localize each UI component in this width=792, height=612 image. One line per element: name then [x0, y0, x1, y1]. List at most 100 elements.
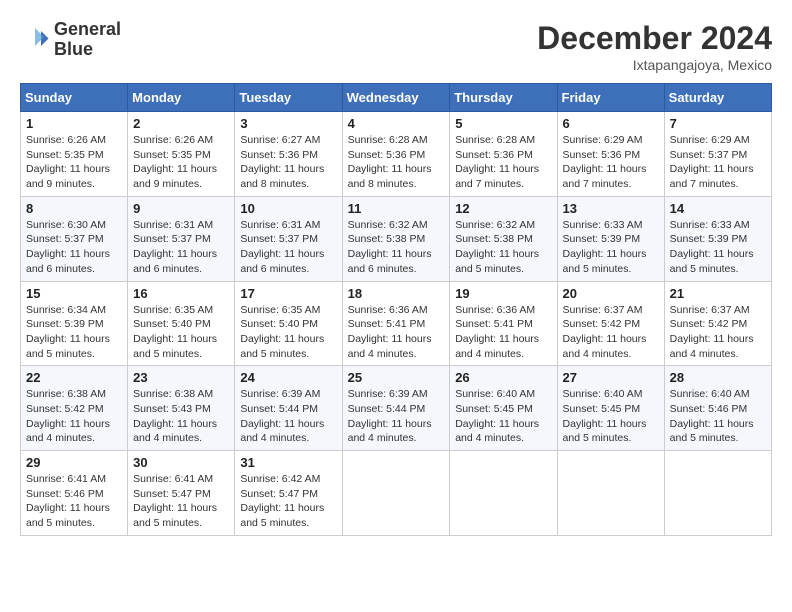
day-number: 19: [455, 286, 551, 301]
day-number: 3: [240, 116, 336, 131]
day-number: 1: [26, 116, 122, 131]
table-row: 16 Sunrise: 6:35 AMSunset: 5:40 PMDaylig…: [128, 281, 235, 366]
table-row: 18 Sunrise: 6:36 AMSunset: 5:41 PMDaylig…: [342, 281, 450, 366]
day-number: 26: [455, 370, 551, 385]
table-row: 9 Sunrise: 6:31 AMSunset: 5:37 PMDayligh…: [128, 196, 235, 281]
empty-cell: [664, 451, 771, 536]
day-number: 11: [348, 201, 445, 216]
calendar-week-row: 22 Sunrise: 6:38 AMSunset: 5:42 PMDaylig…: [21, 366, 772, 451]
calendar-week-row: 15 Sunrise: 6:34 AMSunset: 5:39 PMDaylig…: [21, 281, 772, 366]
cell-info: Sunrise: 6:40 AMSunset: 5:46 PMDaylight:…: [670, 387, 766, 446]
cell-info: Sunrise: 6:31 AMSunset: 5:37 PMDaylight:…: [133, 218, 229, 277]
day-number: 28: [670, 370, 766, 385]
day-number: 24: [240, 370, 336, 385]
day-number: 6: [563, 116, 659, 131]
day-number: 30: [133, 455, 229, 470]
day-number: 16: [133, 286, 229, 301]
empty-cell: [342, 451, 450, 536]
empty-cell: [450, 451, 557, 536]
cell-info: Sunrise: 6:34 AMSunset: 5:39 PMDaylight:…: [26, 303, 122, 362]
day-number: 9: [133, 201, 229, 216]
day-number: 27: [563, 370, 659, 385]
col-sunday: Sunday: [21, 84, 128, 112]
col-thursday: Thursday: [450, 84, 557, 112]
table-row: 24 Sunrise: 6:39 AMSunset: 5:44 PMDaylig…: [235, 366, 342, 451]
table-row: 14 Sunrise: 6:33 AMSunset: 5:39 PMDaylig…: [664, 196, 771, 281]
calendar-week-row: 1 Sunrise: 6:26 AMSunset: 5:35 PMDayligh…: [21, 112, 772, 197]
table-row: 15 Sunrise: 6:34 AMSunset: 5:39 PMDaylig…: [21, 281, 128, 366]
cell-info: Sunrise: 6:35 AMSunset: 5:40 PMDaylight:…: [240, 303, 336, 362]
cell-info: Sunrise: 6:28 AMSunset: 5:36 PMDaylight:…: [348, 133, 445, 192]
table-row: 7 Sunrise: 6:29 AMSunset: 5:37 PMDayligh…: [664, 112, 771, 197]
day-number: 14: [670, 201, 766, 216]
table-row: 5 Sunrise: 6:28 AMSunset: 5:36 PMDayligh…: [450, 112, 557, 197]
empty-cell: [557, 451, 664, 536]
day-number: 20: [563, 286, 659, 301]
day-number: 18: [348, 286, 445, 301]
table-row: 8 Sunrise: 6:30 AMSunset: 5:37 PMDayligh…: [21, 196, 128, 281]
cell-info: Sunrise: 6:41 AMSunset: 5:47 PMDaylight:…: [133, 472, 229, 531]
col-tuesday: Tuesday: [235, 84, 342, 112]
day-number: 4: [348, 116, 445, 131]
cell-info: Sunrise: 6:35 AMSunset: 5:40 PMDaylight:…: [133, 303, 229, 362]
day-number: 7: [670, 116, 766, 131]
calendar: Sunday Monday Tuesday Wednesday Thursday…: [20, 83, 772, 536]
cell-info: Sunrise: 6:39 AMSunset: 5:44 PMDaylight:…: [240, 387, 336, 446]
col-wednesday: Wednesday: [342, 84, 450, 112]
table-row: 30 Sunrise: 6:41 AMSunset: 5:47 PMDaylig…: [128, 451, 235, 536]
cell-info: Sunrise: 6:40 AMSunset: 5:45 PMDaylight:…: [563, 387, 659, 446]
day-number: 31: [240, 455, 336, 470]
day-number: 13: [563, 201, 659, 216]
cell-info: Sunrise: 6:37 AMSunset: 5:42 PMDaylight:…: [670, 303, 766, 362]
cell-info: Sunrise: 6:26 AMSunset: 5:35 PMDaylight:…: [26, 133, 122, 192]
day-number: 5: [455, 116, 551, 131]
day-number: 10: [240, 201, 336, 216]
cell-info: Sunrise: 6:29 AMSunset: 5:37 PMDaylight:…: [670, 133, 766, 192]
calendar-header-row: Sunday Monday Tuesday Wednesday Thursday…: [21, 84, 772, 112]
cell-info: Sunrise: 6:30 AMSunset: 5:37 PMDaylight:…: [26, 218, 122, 277]
cell-info: Sunrise: 6:36 AMSunset: 5:41 PMDaylight:…: [348, 303, 445, 362]
day-number: 23: [133, 370, 229, 385]
cell-info: Sunrise: 6:38 AMSunset: 5:42 PMDaylight:…: [26, 387, 122, 446]
logo: General Blue: [20, 20, 121, 60]
cell-info: Sunrise: 6:37 AMSunset: 5:42 PMDaylight:…: [563, 303, 659, 362]
cell-info: Sunrise: 6:38 AMSunset: 5:43 PMDaylight:…: [133, 387, 229, 446]
table-row: 6 Sunrise: 6:29 AMSunset: 5:36 PMDayligh…: [557, 112, 664, 197]
cell-info: Sunrise: 6:27 AMSunset: 5:36 PMDaylight:…: [240, 133, 336, 192]
cell-info: Sunrise: 6:39 AMSunset: 5:44 PMDaylight:…: [348, 387, 445, 446]
table-row: 20 Sunrise: 6:37 AMSunset: 5:42 PMDaylig…: [557, 281, 664, 366]
table-row: 27 Sunrise: 6:40 AMSunset: 5:45 PMDaylig…: [557, 366, 664, 451]
table-row: 11 Sunrise: 6:32 AMSunset: 5:38 PMDaylig…: [342, 196, 450, 281]
cell-info: Sunrise: 6:42 AMSunset: 5:47 PMDaylight:…: [240, 472, 336, 531]
cell-info: Sunrise: 6:33 AMSunset: 5:39 PMDaylight:…: [563, 218, 659, 277]
table-row: 1 Sunrise: 6:26 AMSunset: 5:35 PMDayligh…: [21, 112, 128, 197]
logo-icon: [20, 25, 50, 55]
table-row: 25 Sunrise: 6:39 AMSunset: 5:44 PMDaylig…: [342, 366, 450, 451]
day-number: 12: [455, 201, 551, 216]
day-number: 25: [348, 370, 445, 385]
col-monday: Monday: [128, 84, 235, 112]
table-row: 3 Sunrise: 6:27 AMSunset: 5:36 PMDayligh…: [235, 112, 342, 197]
table-row: 13 Sunrise: 6:33 AMSunset: 5:39 PMDaylig…: [557, 196, 664, 281]
table-row: 4 Sunrise: 6:28 AMSunset: 5:36 PMDayligh…: [342, 112, 450, 197]
cell-info: Sunrise: 6:41 AMSunset: 5:46 PMDaylight:…: [26, 472, 122, 531]
day-number: 15: [26, 286, 122, 301]
table-row: 17 Sunrise: 6:35 AMSunset: 5:40 PMDaylig…: [235, 281, 342, 366]
cell-info: Sunrise: 6:33 AMSunset: 5:39 PMDaylight:…: [670, 218, 766, 277]
location: Ixtapangajoya, Mexico: [537, 57, 772, 73]
table-row: 19 Sunrise: 6:36 AMSunset: 5:41 PMDaylig…: [450, 281, 557, 366]
table-row: 12 Sunrise: 6:32 AMSunset: 5:38 PMDaylig…: [450, 196, 557, 281]
cell-info: Sunrise: 6:36 AMSunset: 5:41 PMDaylight:…: [455, 303, 551, 362]
table-row: 28 Sunrise: 6:40 AMSunset: 5:46 PMDaylig…: [664, 366, 771, 451]
day-number: 29: [26, 455, 122, 470]
table-row: 10 Sunrise: 6:31 AMSunset: 5:37 PMDaylig…: [235, 196, 342, 281]
table-row: 23 Sunrise: 6:38 AMSunset: 5:43 PMDaylig…: [128, 366, 235, 451]
table-row: 26 Sunrise: 6:40 AMSunset: 5:45 PMDaylig…: [450, 366, 557, 451]
page-header: General Blue December 2024 Ixtapangajoya…: [20, 20, 772, 73]
calendar-week-row: 29 Sunrise: 6:41 AMSunset: 5:46 PMDaylig…: [21, 451, 772, 536]
cell-info: Sunrise: 6:32 AMSunset: 5:38 PMDaylight:…: [348, 218, 445, 277]
table-row: 21 Sunrise: 6:37 AMSunset: 5:42 PMDaylig…: [664, 281, 771, 366]
logo-text: General Blue: [54, 20, 121, 60]
title-block: December 2024 Ixtapangajoya, Mexico: [537, 20, 772, 73]
cell-info: Sunrise: 6:31 AMSunset: 5:37 PMDaylight:…: [240, 218, 336, 277]
